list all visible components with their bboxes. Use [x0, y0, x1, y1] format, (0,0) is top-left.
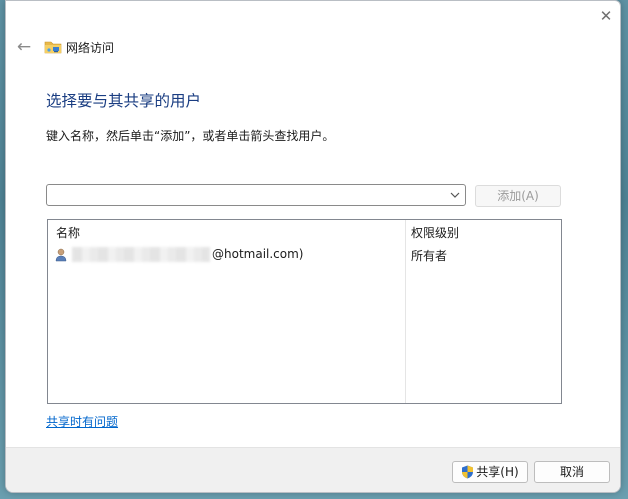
window-title: 网络访问	[66, 41, 115, 55]
user-name-combobox[interactable]	[46, 184, 466, 206]
column-header-permission[interactable]: 权限级别	[411, 224, 459, 241]
add-button[interactable]: 添加(A)	[475, 185, 561, 207]
close-icon[interactable]: ✕	[595, 5, 617, 27]
instruction-text: 键入名称，然后单击“添加”，或者单击箭头查找用户。	[46, 129, 335, 143]
user-list[interactable]: 名称 权限级别 @hotmail.com) 所有者	[47, 219, 562, 404]
chevron-down-icon[interactable]	[445, 185, 465, 205]
network-access-dialog: ✕ ← 网络访问 选择要与其共享的用户 键入名称，然后单击“添加”，或者单击箭头…	[5, 0, 621, 493]
table-row[interactable]: @hotmail.com) 所有者	[48, 244, 561, 266]
user-name-cell: @hotmail.com)	[212, 247, 304, 261]
page-heading: 选择要与其共享的用户	[46, 92, 202, 110]
column-header-name[interactable]: 名称	[56, 224, 80, 241]
share-button-label: 共享(H)	[476, 465, 519, 479]
uac-shield-icon	[462, 465, 474, 479]
permission-cell[interactable]: 所有者	[411, 247, 447, 264]
user-name-input[interactable]	[49, 186, 447, 204]
dialog-footer: 共享(H) 取消	[6, 447, 620, 492]
network-folder-icon	[44, 41, 62, 54]
cancel-button[interactable]: 取消	[534, 461, 610, 483]
sharing-help-link[interactable]: 共享时有问题	[46, 413, 118, 430]
back-arrow-icon[interactable]: ←	[14, 37, 34, 57]
redacted-username	[72, 247, 210, 262]
share-button[interactable]: 共享(H)	[452, 461, 528, 483]
user-icon	[55, 248, 67, 262]
